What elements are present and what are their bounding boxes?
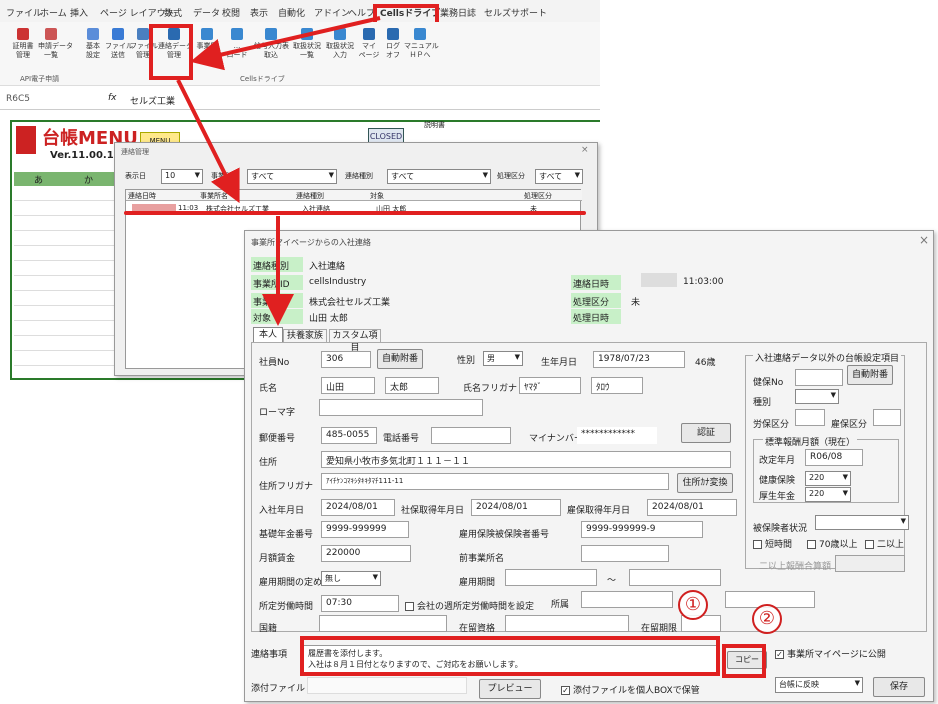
annotation-arrows <box>176 16 381 326</box>
arrow-button-to-list <box>176 79 240 204</box>
arrow-tab-to-button <box>190 16 381 71</box>
